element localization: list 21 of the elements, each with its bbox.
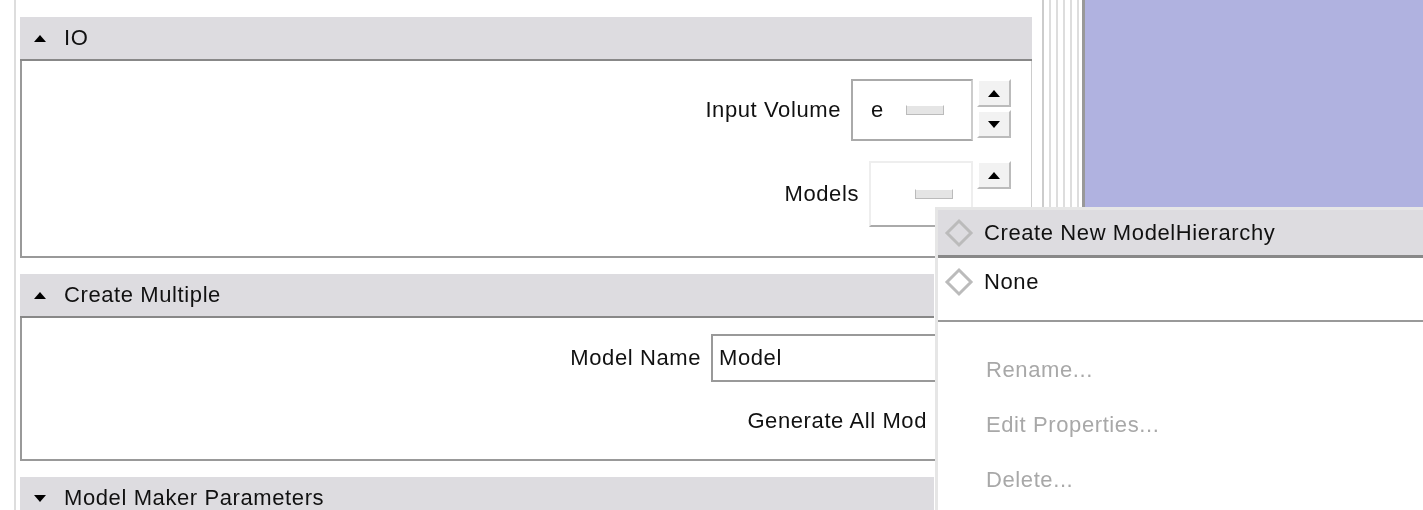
diamond-icon	[944, 267, 974, 297]
field-label: Input Volume	[705, 97, 841, 123]
spin-down-button[interactable]	[977, 110, 1011, 138]
menu-item[interactable]: Create New ModelHierarchy	[938, 210, 1423, 258]
diamond-icon	[944, 217, 974, 248]
spin-up-button[interactable]	[977, 79, 1011, 107]
down-arrow-icon	[988, 120, 1000, 128]
section-header[interactable]: Model Maker Parameters	[20, 477, 934, 510]
section-title: Model Maker Parameters	[64, 485, 325, 510]
spin-up-button[interactable]	[977, 161, 1011, 189]
up-arrow-icon	[988, 171, 1000, 179]
field-label: Models	[784, 181, 859, 207]
section-header[interactable]: IO	[20, 17, 1032, 61]
up-arrow-icon	[988, 89, 1000, 97]
grip-icon	[905, 105, 944, 115]
grip-icon	[915, 189, 953, 199]
combo-box[interactable]: e	[851, 79, 973, 141]
section-title: Create Multiple	[64, 282, 221, 308]
field-label: Model Name	[570, 345, 701, 371]
section-title: IO	[64, 25, 89, 51]
section-header[interactable]: Create Multiple	[20, 274, 934, 318]
